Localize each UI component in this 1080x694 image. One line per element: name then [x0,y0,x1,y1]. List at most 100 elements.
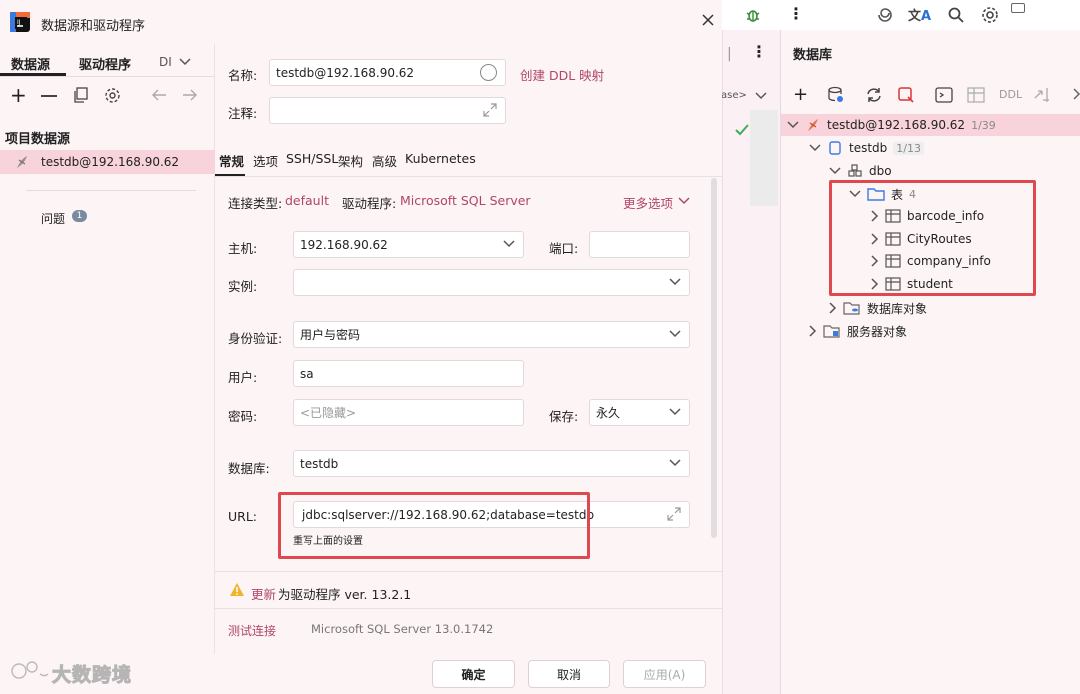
name-input[interactable]: testdb@192.168.90.62 [269,59,506,86]
schema-icon [848,164,862,177]
tab-ssh-ssl[interactable]: SSH/SSL [286,151,338,166]
host-combobox[interactable]: 192.168.90.62 [293,231,524,258]
user-label: 用户: [228,370,258,385]
chevron-down-icon[interactable] [809,144,821,152]
chevron-down-icon[interactable] [829,167,841,175]
add-icon[interactable]: + [10,85,27,105]
remove-icon[interactable] [41,95,57,97]
database-tool-window: 数据库 + DDL testdb@192.168.90.62 1/39 test… [780,30,1080,694]
chevron-down-icon[interactable] [669,278,681,286]
cancel-button[interactable]: 取消 [528,660,610,688]
instance-combobox[interactable] [293,269,690,296]
problems-label[interactable]: 问题 [41,210,65,227]
window-frame-icon[interactable] [1011,3,1025,13]
divider [26,190,196,191]
tree-item-count: 1/13 [893,141,924,155]
debug-bug-icon[interactable] [744,6,762,24]
chevron-down-icon[interactable] [503,240,515,248]
test-connection-link[interactable]: 测试连接 [228,622,276,639]
user-input[interactable]: sa [293,360,524,387]
url-label: URL: [228,509,258,524]
tab-schemas[interactable]: 架构 [338,151,363,170]
tree-item-schema[interactable]: dbo [829,160,892,182]
intellij-logo-icon: IJ [10,12,30,32]
tree-item-database[interactable]: testdb 1/13 [809,137,924,159]
tree-item-datasource[interactable]: testdb@192.168.90.62 1/39 [781,114,1080,136]
apply-button[interactable]: 应用(A) [623,660,706,688]
chevron-down-icon[interactable] [179,58,191,66]
editor-tab-fragment[interactable]: ase> [721,90,747,101]
create-ddl-mapping-link[interactable]: 创建 DDL 映射 [520,65,604,84]
chevron-down-icon[interactable] [669,408,681,416]
color-circle-icon[interactable] [480,64,497,81]
vertical-scrollbar[interactable] [711,178,717,538]
more-options-link[interactable]: 更多选项 [623,193,673,212]
watermark-text: 大数跨境 [51,664,133,687]
port-input[interactable] [589,231,690,258]
datasource-properties-icon[interactable] [827,86,845,104]
ddl-button[interactable]: DDL [999,88,1022,101]
refresh-icon[interactable] [865,86,883,104]
translate-icon[interactable]: 文A [908,5,931,24]
chevron-right-icon[interactable] [809,325,817,337]
search-icon[interactable] [947,6,965,24]
database-combobox[interactable]: testdb [293,450,690,477]
chevron-down-icon[interactable] [669,459,681,467]
table-view-icon[interactable] [967,87,985,103]
jump-to-source-icon[interactable] [1033,86,1051,104]
tab-kubernetes[interactable]: Kubernetes [405,151,476,166]
dialog-button-bar: 大数跨境 确定 取消 应用(A) [0,654,722,694]
tree-item-database-objects[interactable]: 数据库对象 [829,297,927,319]
divider [0,76,215,77]
datasource-item-label: testdb@192.168.90.62 [41,155,180,169]
comment-input[interactable] [269,97,506,124]
datasource-list-item[interactable]: testdb@192.168.90.62 [0,150,215,174]
auth-select[interactable]: 用户与密码 [293,321,690,348]
tree-item-server-objects[interactable]: 服务器对象 [809,320,907,342]
save-select[interactable]: 永久 [589,399,690,426]
chevron-right-icon[interactable] [1073,88,1080,100]
tab-options[interactable]: 选项 [253,151,278,170]
highlight-box-url [278,492,590,559]
more-vertical-icon[interactable]: ⋮ [751,42,767,61]
forward-arrow-icon[interactable] [182,88,198,102]
settings-gear-icon[interactable] [104,87,121,104]
chevron-right-icon[interactable] [829,302,837,314]
database-panel-title: 数据库 [793,48,833,63]
ok-button[interactable]: 确定 [432,660,515,688]
more-vertical-icon[interactable]: ⋮ [788,4,804,23]
tree-item-label: 服务器对象 [847,324,908,339]
query-console-icon[interactable] [935,87,953,103]
connection-type-value[interactable]: default [285,193,329,208]
tab-datasources[interactable]: 数据源 [11,54,50,73]
disconnect-icon[interactable] [897,86,915,104]
add-icon[interactable]: + [793,84,808,105]
tab-general[interactable]: 常规 [219,151,244,170]
expand-icon[interactable] [483,103,497,117]
tab-advanced[interactable]: 高级 [372,151,397,170]
password-input[interactable]: <已隐藏> [293,399,524,426]
ai-spiral-icon[interactable] [876,6,896,24]
close-icon[interactable] [701,13,715,27]
datasource-list-pane: 数据源 驱动程序 DI + 项目数据源 testdb@192.168.90.62 [0,44,215,694]
dialog-title: 数据源和驱动程序 [41,19,146,34]
tab-di[interactable]: DI [159,55,172,69]
settings-gear-icon[interactable] [980,5,1000,25]
duplicate-icon[interactable] [73,87,89,103]
driver-value[interactable]: Microsoft SQL Server [400,193,531,208]
warning-icon [229,582,245,597]
comment-label: 注释: [228,106,258,121]
chevron-down-icon[interactable] [678,197,690,205]
chevron-down-icon[interactable] [669,330,681,338]
chevron-down-icon[interactable] [787,121,799,129]
database-toolbar: + DDL [781,82,1080,108]
tree-item-count: 1/39 [971,118,996,132]
chevron-down-icon[interactable] [755,92,767,100]
tab-drivers[interactable]: 驱动程序 [79,54,131,73]
tree-item-label: testdb@192.168.90.62 [827,118,966,132]
expand-icon[interactable] [667,507,681,521]
server-version-text: Microsoft SQL Server 13.0.1742 [311,622,494,636]
highlight-box-tables [829,180,1036,296]
update-driver-link[interactable]: 更新 [251,584,276,603]
back-arrow-icon[interactable] [151,88,167,102]
